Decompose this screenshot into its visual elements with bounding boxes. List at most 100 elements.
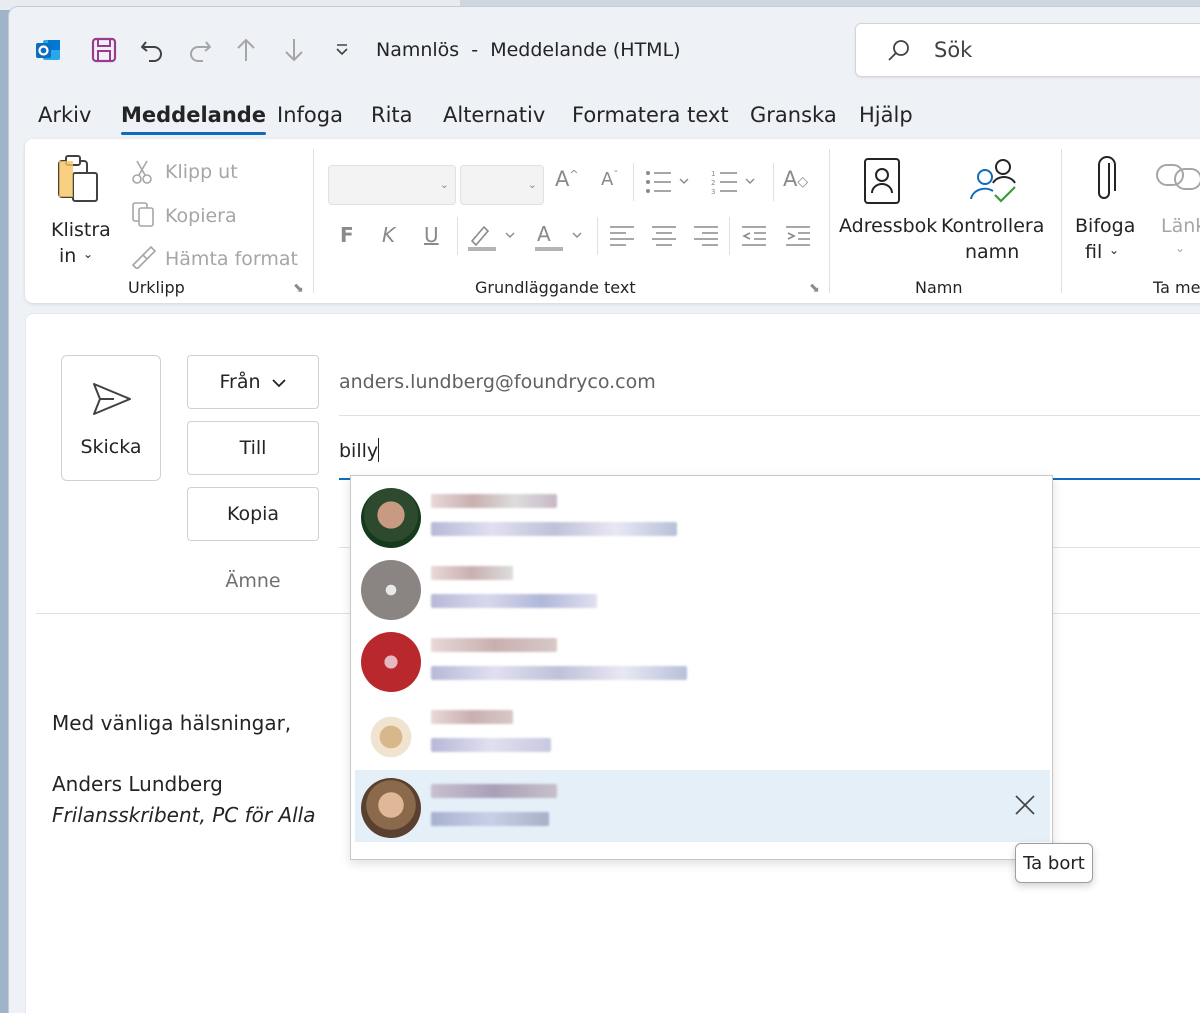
obscured-contact-name	[431, 566, 513, 580]
tab-alternativ[interactable]: Alternativ	[443, 103, 545, 127]
font-family-select[interactable]: ⌄	[328, 165, 456, 205]
tab-granska[interactable]: Granska	[750, 103, 837, 127]
dialog-launcher-icon[interactable]: ⬊	[809, 281, 820, 296]
address-book-button[interactable]: Adressbok	[839, 215, 937, 237]
align-right-icon[interactable]	[693, 225, 719, 251]
signature-title: Frilansskribent, PC för Alla	[52, 803, 316, 827]
ribbon-tabs: Arkiv Meddelande Infoga Rita Alternativ …	[9, 99, 1200, 139]
tab-infoga[interactable]: Infoga	[277, 103, 343, 127]
avatar	[361, 632, 421, 692]
to-input[interactable]: billy	[339, 430, 1200, 480]
check-names-icon	[963, 155, 1023, 211]
paste-button[interactable]: Klistra in ⌄	[39, 147, 119, 267]
italic-button[interactable]: K	[382, 223, 395, 247]
clear-formatting-icon[interactable]: A◇	[783, 167, 808, 191]
paste-label-line1: Klistra	[51, 219, 111, 241]
from-label: Från	[219, 371, 261, 393]
paste-label-line2: in	[59, 245, 77, 267]
avatar	[361, 560, 421, 620]
suggestion-item[interactable]	[355, 696, 1050, 768]
attach-file-label-line2[interactable]: fil	[1085, 241, 1102, 263]
outlook-app-icon	[33, 35, 63, 65]
dialog-launcher-icon[interactable]: ⬊	[293, 281, 304, 296]
format-painter-icon	[131, 245, 157, 273]
avatar	[361, 488, 421, 548]
decrease-indent-icon[interactable]	[741, 225, 767, 251]
suggestion-item[interactable]	[355, 552, 1050, 624]
chevron-down-icon: ⌄	[527, 178, 537, 191]
suggestion-item[interactable]	[355, 480, 1050, 552]
signature-name: Anders Lundberg	[52, 772, 223, 796]
obscured-contact-email	[431, 522, 677, 536]
divider	[633, 163, 634, 201]
chevron-down-icon: ⌄	[1175, 241, 1186, 255]
from-address: anders.lundberg@foundryco.com	[339, 371, 656, 393]
divider	[829, 149, 830, 293]
tab-formatera-text[interactable]: Formatera text	[572, 103, 729, 127]
grow-font-icon[interactable]: A^	[555, 167, 579, 191]
tab-arkiv[interactable]: Arkiv	[38, 103, 91, 127]
remove-suggestion-button[interactable]	[1012, 792, 1038, 818]
recipient-suggestions	[350, 475, 1053, 860]
arrow-up-icon[interactable]	[231, 35, 261, 65]
bullets-icon[interactable]	[645, 169, 689, 199]
tab-rita[interactable]: Rita	[371, 103, 413, 127]
align-center-icon[interactable]	[651, 225, 677, 251]
highlight-icon[interactable]	[466, 221, 518, 255]
remove-tooltip: Ta bort	[1015, 843, 1093, 883]
copy-button[interactable]: Kopiera	[165, 205, 237, 227]
cc-button[interactable]: Kopia	[187, 487, 319, 541]
underline-button[interactable]: U	[424, 223, 439, 247]
close-icon	[1015, 795, 1035, 815]
divider	[457, 217, 458, 255]
obscured-contact-name	[431, 494, 557, 508]
bold-button[interactable]: F	[340, 223, 354, 247]
font-color-icon[interactable]: A	[533, 221, 585, 255]
chevron-down-icon: ⌄	[1109, 243, 1120, 257]
shrink-font-icon[interactable]: Aˇ	[601, 169, 618, 190]
undo-icon[interactable]	[137, 35, 167, 65]
check-names-label-line1[interactable]: Kontrollera	[941, 215, 1044, 237]
window-title: Namnlös - Meddelande (HTML)	[376, 39, 681, 61]
font-size-select[interactable]: ⌄	[460, 165, 544, 205]
address-book-icon	[863, 157, 901, 209]
to-label: Till	[239, 437, 267, 459]
from-button[interactable]: Från	[187, 355, 319, 409]
cut-button[interactable]: Klipp ut	[165, 161, 238, 183]
names-group-label: Namn	[915, 278, 963, 297]
signature-greeting: Med vänliga hälsningar,	[52, 711, 292, 735]
to-button[interactable]: Till	[187, 421, 319, 475]
basic-text-group-label: Grundläggande text	[475, 278, 636, 297]
save-icon[interactable]	[89, 35, 119, 65]
increase-indent-icon[interactable]	[785, 225, 811, 251]
send-icon	[92, 382, 132, 420]
link-button[interactable]: Länk	[1161, 215, 1200, 237]
tab-meddelande[interactable]: Meddelande	[121, 103, 267, 135]
subject-label[interactable]: Ämne	[187, 570, 319, 592]
chevron-down-icon	[271, 371, 287, 393]
obscured-contact-email	[431, 666, 687, 680]
format-painter-button[interactable]: Hämta format	[165, 248, 298, 270]
svg-text:A: A	[537, 222, 551, 246]
send-button[interactable]: Skicka	[61, 355, 161, 481]
customize-toolbar-icon[interactable]	[327, 35, 357, 65]
search-label: Sök	[934, 38, 973, 62]
avatar	[361, 778, 421, 838]
include-group-label: Ta med	[1153, 278, 1200, 297]
suggestion-item[interactable]	[355, 770, 1050, 842]
redo-icon[interactable]	[185, 35, 215, 65]
attach-file-label-line1[interactable]: Bifoga	[1075, 215, 1135, 237]
copy-icon	[131, 201, 155, 231]
numbering-icon[interactable]: 123	[711, 169, 755, 199]
search-icon	[886, 38, 912, 68]
to-input-text: billy	[339, 440, 379, 462]
suggestion-item[interactable]	[355, 624, 1050, 696]
tab-hjalp[interactable]: Hjälp	[859, 103, 913, 127]
chevron-down-icon: ⌄	[83, 247, 94, 261]
search-box[interactable]: Sök	[855, 23, 1200, 77]
arrow-down-icon[interactable]	[279, 35, 309, 65]
divider	[773, 163, 774, 201]
align-left-icon[interactable]	[609, 225, 635, 251]
divider	[313, 149, 314, 293]
check-names-label-line2[interactable]: namn	[965, 241, 1019, 263]
